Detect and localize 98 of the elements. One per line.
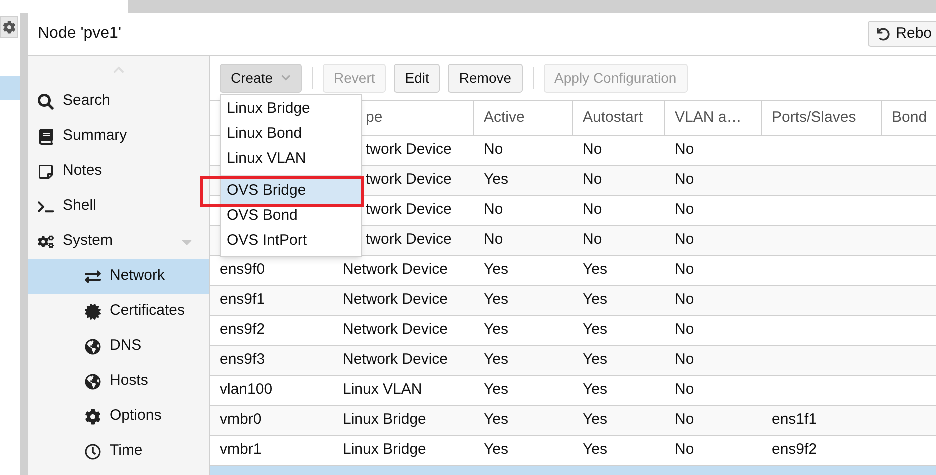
table-cell-text: Yes (484, 260, 508, 280)
table-cell-text: No (583, 170, 602, 190)
table-cell-text: Yes (583, 380, 608, 400)
column-header[interactable]: Bond (892, 106, 928, 130)
table-cell-text: Yes (583, 290, 608, 310)
create-menu-button[interactable]: Create (220, 64, 302, 92)
toolbar-button[interactable]: Edit (394, 64, 440, 92)
clock-icon (85, 444, 101, 460)
sidebar-item[interactable]: Certificates (28, 294, 209, 329)
table-cell-text: No (675, 230, 694, 250)
sidebar-item[interactable]: Options (28, 399, 209, 434)
sidebar-item[interactable]: Shell (28, 189, 209, 224)
table-row[interactable]: vmbr0 Linux Bridge Yes Yes No ens1f1 (210, 406, 936, 436)
table-cell-text: No (675, 350, 694, 370)
table-cell-text: ens9f3 (220, 350, 266, 370)
table-cell-text: Yes (484, 320, 508, 340)
table-cell-text: Yes (583, 320, 608, 340)
sidebar-item[interactable]: DNS (28, 329, 209, 364)
column-header[interactable]: pe (366, 106, 383, 130)
table-cell-text: Linux Bridge (343, 410, 426, 430)
table-cell-text: Yes (484, 410, 508, 430)
table-cell-text: Yes (583, 440, 608, 460)
menu-item[interactable]: OVS Bridge (221, 179, 361, 204)
globe-icon (85, 374, 101, 390)
reboot-button[interactable]: Rebo (868, 21, 936, 47)
table-cell-text: No (484, 230, 504, 250)
menu-item[interactable]: OVS IntPort (221, 229, 361, 254)
node-title: Node 'pve1' (37, 24, 122, 44)
table-cell-text: No (583, 230, 602, 250)
badge-icon (85, 304, 101, 320)
search-icon (38, 94, 54, 110)
undo-icon (877, 28, 890, 40)
table-cell-text: No (675, 320, 694, 340)
menu-item[interactable]: OVS Bond (221, 204, 361, 229)
gear-icon (85, 408, 101, 424)
table-cell-text: vmbr1 (220, 440, 262, 460)
table-cell-text: Network Device (343, 350, 448, 370)
table-cell-text: Linux Bridge (343, 440, 426, 460)
table-cell-text: ens9f1 (220, 290, 266, 310)
sidebar-item[interactable]: Notes (28, 154, 209, 189)
table-cell-text: Network Device (343, 290, 448, 310)
table-row[interactable]: ens9f3 Network Device Yes Yes No (210, 346, 936, 376)
table-cell-text: ens1f1 (772, 410, 818, 430)
table-cell-text: vmbr0 (220, 410, 262, 430)
table-cell-text: Yes (583, 350, 608, 370)
table-cell-text: vlan100 (220, 380, 273, 400)
caret-icon (281, 73, 292, 83)
sidebar-item[interactable]: Network (28, 259, 209, 294)
note-icon (38, 164, 54, 180)
table-cell-text: ens9f2 (220, 320, 266, 340)
table-cell-text: No (675, 260, 694, 280)
column-header[interactable]: Ports/Slaves (772, 106, 856, 130)
table-cell-text: No (675, 140, 694, 160)
table-cell-text: Network Device (343, 320, 448, 340)
table-cell-text: ens9f2 (772, 440, 818, 460)
table-cell-text: No (675, 170, 694, 190)
table-cell-text: Yes (583, 260, 608, 280)
table-cell-text: No (583, 140, 602, 160)
sidebar-item[interactable]: Summary (28, 119, 209, 154)
table-cell-text: No (675, 410, 694, 430)
settings-button[interactable] (0, 16, 18, 38)
table-cell-text: twork Device (366, 200, 452, 220)
column-header[interactable]: VLAN a… (675, 106, 742, 130)
table-cell-text: Yes (484, 380, 508, 400)
menu-item[interactable]: Linux Bridge (221, 97, 361, 122)
column-header[interactable]: Autostart (583, 106, 644, 130)
table-cell-text: Yes (484, 170, 508, 190)
table-cell-text: twork Device (366, 230, 452, 250)
table-cell-text: Linux VLAN (343, 380, 422, 400)
table-cell-text: No (583, 200, 602, 220)
sidebar-item[interactable]: Time (28, 434, 209, 469)
sidebar-item[interactable]: Search (28, 84, 209, 119)
tree-row[interactable] (0, 76, 20, 100)
sidebar-item[interactable]: Hosts (28, 364, 209, 399)
table-cell-text: No (675, 440, 694, 460)
table-cell-text: twork Device (366, 140, 452, 160)
sidebar-item[interactable]: System (28, 224, 209, 259)
table-cell-text: Yes (484, 290, 508, 310)
table-cell-text: twork Device (366, 170, 452, 190)
table-cell-text: No (484, 200, 504, 220)
table-cell-text: Yes (484, 440, 508, 460)
table-cell-text: Yes (583, 410, 608, 430)
toolbar-button[interactable]: Remove (448, 64, 523, 92)
settings-icon (2, 20, 16, 34)
table-cell-text: ens9f0 (220, 260, 266, 280)
table-cell-text: No (675, 200, 694, 220)
globe-icon (85, 338, 101, 354)
table-row[interactable]: ens9f1 Network Device Yes Yes No (210, 286, 936, 316)
table-cell-text: Yes (484, 350, 508, 370)
table-cell-text: No (484, 140, 504, 160)
column-header[interactable]: Active (484, 106, 525, 130)
table-cell-text: No (675, 380, 694, 400)
gears-icon (38, 234, 54, 250)
book-icon (38, 128, 54, 144)
terminal-icon (38, 198, 54, 214)
table-cell-text: Network Device (343, 260, 448, 280)
arrows-icon (85, 268, 101, 284)
table-cell-text: No (675, 290, 694, 310)
